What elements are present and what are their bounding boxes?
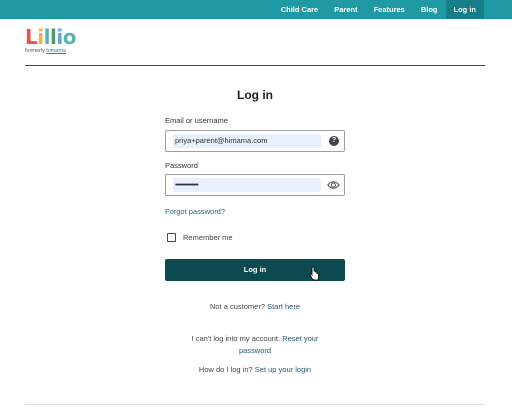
email-label: Email or username bbox=[165, 116, 228, 125]
remember-me-label[interactable]: Remember me bbox=[183, 233, 233, 242]
pointer-hand-icon bbox=[309, 267, 319, 281]
header-divider bbox=[25, 65, 485, 66]
nav-parent[interactable]: Parent bbox=[326, 0, 365, 19]
nav-log-in[interactable]: Log in bbox=[445, 0, 484, 19]
cant-login-text: I can't log into my account. bbox=[191, 334, 281, 343]
password-field[interactable]: •••••••••••••• bbox=[165, 174, 345, 196]
how-login-text: How do I log in? bbox=[198, 365, 253, 374]
nav-blog[interactable]: Blog bbox=[413, 0, 446, 19]
nav-child-care[interactable]: Child Care bbox=[273, 0, 327, 19]
not-customer-text: Not a customer? bbox=[209, 302, 265, 311]
top-nav: Child Care Parent Features Blog Log in bbox=[273, 0, 484, 19]
cant-login-line: I can't log into my account. Reset your … bbox=[175, 333, 335, 357]
top-nav-bar: Child Care Parent Features Blog Log in bbox=[0, 0, 512, 19]
email-input-value[interactable]: priya+parent@himama.com bbox=[173, 134, 321, 148]
remember-me-checkbox[interactable] bbox=[167, 233, 176, 242]
password-input-value[interactable]: •••••••••••••• bbox=[173, 178, 321, 192]
nav-features[interactable]: Features bbox=[366, 0, 413, 19]
password-label: Password bbox=[165, 161, 198, 170]
forgot-password-link[interactable]: Forgot password? bbox=[165, 207, 225, 216]
setup-login-link[interactable]: Set up your login bbox=[255, 365, 311, 374]
not-customer-line: Not a customer? Start here bbox=[150, 301, 360, 313]
email-field[interactable]: priya+parent@himama.com ? bbox=[165, 130, 345, 152]
logo-wordmark: Lillio bbox=[25, 25, 76, 49]
eye-icon[interactable] bbox=[327, 180, 340, 190]
start-here-link[interactable]: Start here bbox=[267, 302, 300, 311]
how-login-line: How do I log in? Set up your login bbox=[150, 364, 360, 376]
page-title: Log in bbox=[237, 88, 273, 102]
question-circle-icon[interactable]: ? bbox=[329, 136, 339, 146]
logo-tagline-brand: himama bbox=[46, 48, 66, 54]
lillio-logo[interactable]: Lillio formerly himama bbox=[25, 27, 76, 54]
footer-divider bbox=[25, 404, 485, 405]
logo-tagline-prefix: formerly bbox=[25, 48, 45, 54]
